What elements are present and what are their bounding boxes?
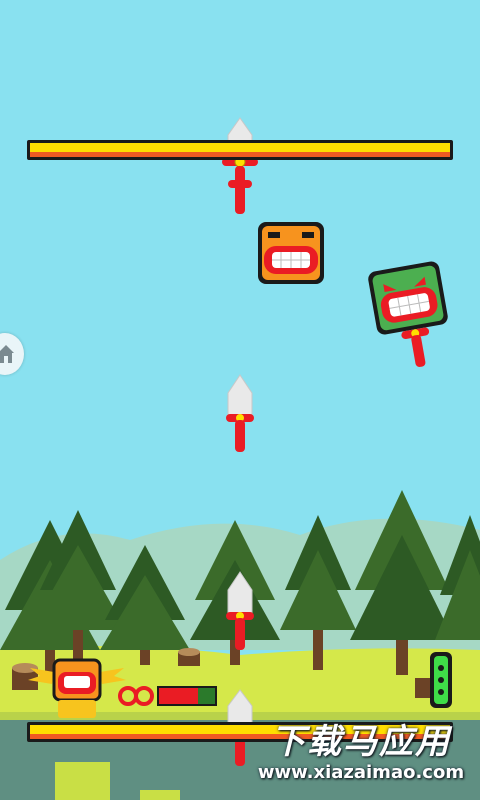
player-health-bar [157,686,217,706]
top-timer-bar-accent [30,152,450,157]
top-timer-bar [27,140,453,160]
watermark-url: www.xiazaimao.com [257,762,465,783]
watermark-chinese: 下载马应用 [271,722,451,762]
power-meter [430,652,452,708]
grass-pillar [55,762,110,800]
home-icon [0,345,14,363]
player-health-level [159,688,199,704]
grass-pillar [140,790,180,800]
watermark: 下载马应用 www.xiazaimao.com [246,722,476,794]
tree-stump [12,663,38,690]
tree-stump [178,648,200,666]
home-button[interactable] [0,333,24,375]
game-scene [0,0,480,800]
orange-block-monster [258,222,324,284]
